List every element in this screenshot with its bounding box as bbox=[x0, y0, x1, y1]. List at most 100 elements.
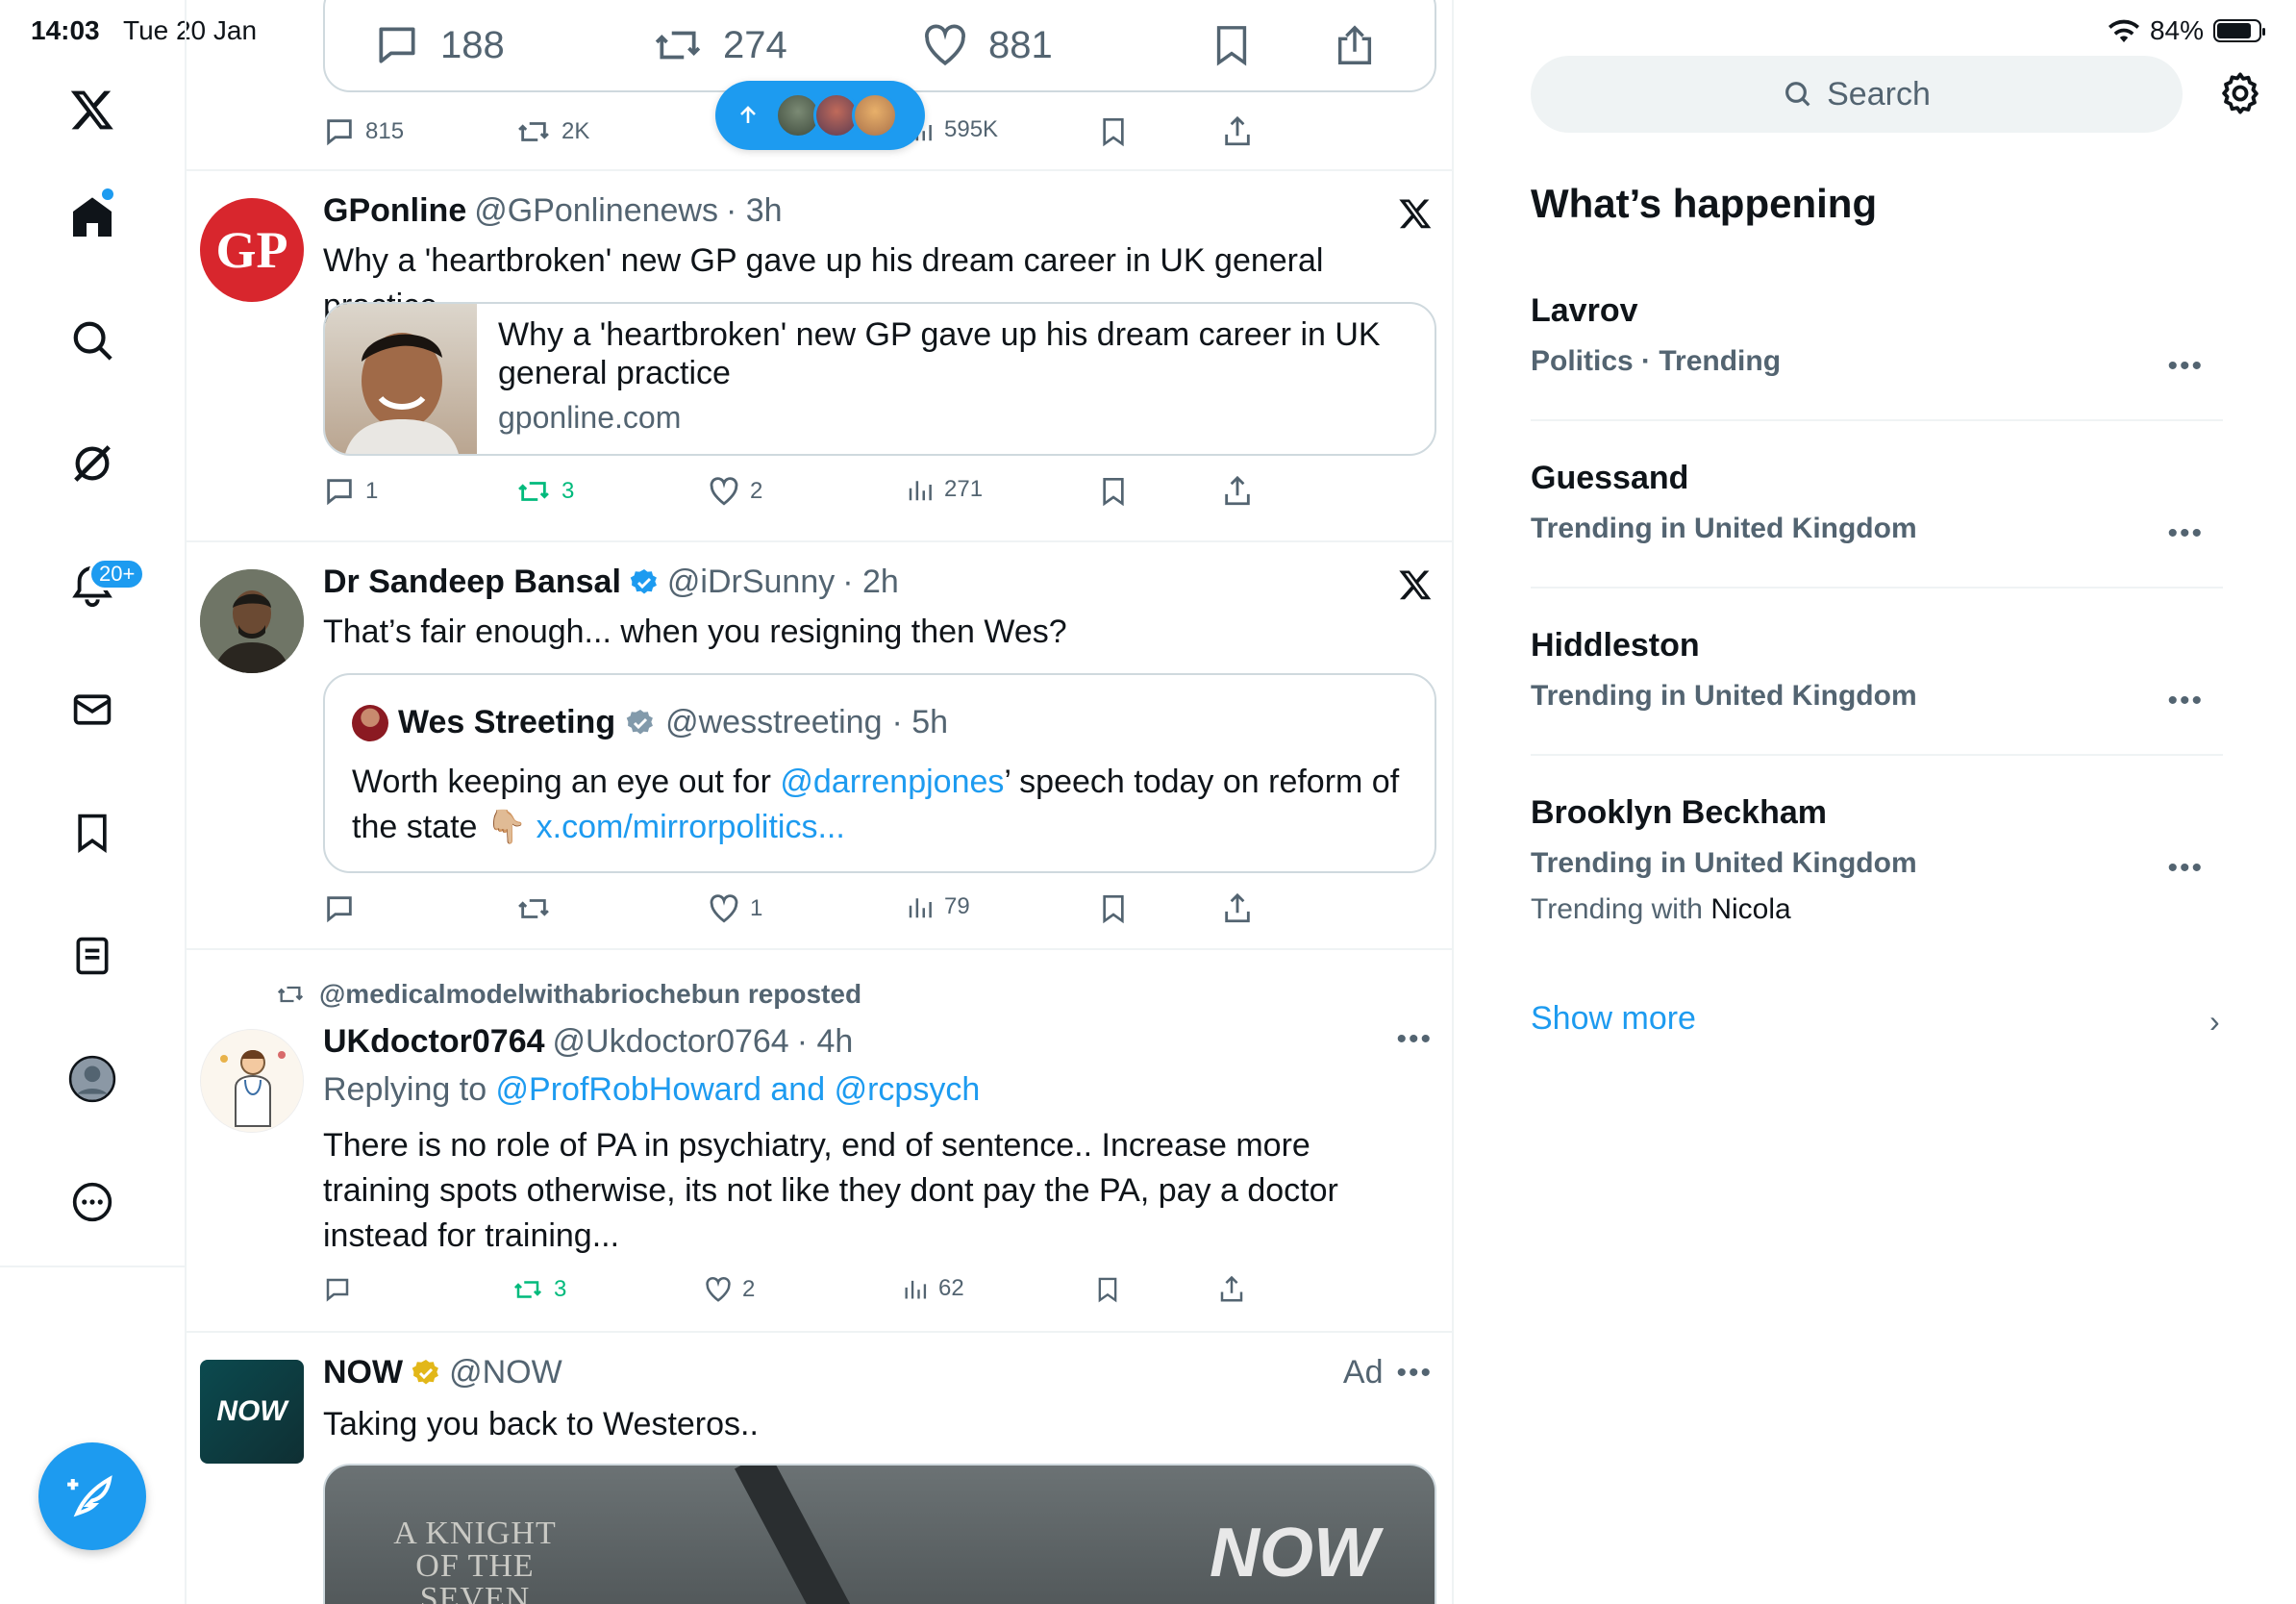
author-name[interactable]: NOW bbox=[323, 1354, 403, 1391]
like-action[interactable]: 1 bbox=[708, 892, 762, 925]
quote-url-link[interactable]: x.com/mirrorpolitics... bbox=[537, 809, 845, 845]
new-posts-pill[interactable] bbox=[715, 81, 925, 150]
tweet-sandeep-bansal[interactable]: Dr Sandeep Bansal @iDrSunny · 2h That’s … bbox=[187, 542, 1452, 948]
share-action[interactable] bbox=[1217, 1275, 1246, 1304]
repost-action[interactable]: 2K bbox=[515, 115, 589, 148]
card-share[interactable] bbox=[1333, 21, 1377, 71]
more-options-icon[interactable]: ••• bbox=[1396, 1357, 1433, 1390]
reply-count: 1 bbox=[365, 478, 379, 504]
share-action[interactable] bbox=[1221, 475, 1254, 508]
trend-more-icon[interactable]: ••• bbox=[2167, 685, 2204, 717]
reposted-by-label[interactable]: @medicalmodelwithabriochebun reposted bbox=[319, 979, 861, 1010]
timeline[interactable]: 188 274 881 815 2K 595K GP GPonline @GPo… bbox=[187, 0, 1454, 1604]
tweet-actions: 3 2 62 bbox=[323, 1275, 1436, 1314]
views-action[interactable]: 271 bbox=[906, 475, 983, 504]
trend-item-brooklyn-beckham[interactable]: Brooklyn Beckham Trending in United King… bbox=[1531, 794, 2223, 926]
nav-explore[interactable] bbox=[60, 308, 125, 373]
repost-icon bbox=[518, 122, 549, 141]
nav-lists[interactable] bbox=[60, 923, 125, 989]
x-logo-button[interactable] bbox=[60, 77, 125, 142]
tweet-gponline[interactable]: GP GPonline @GPonlinenews · 3h Why a 'he… bbox=[187, 171, 1452, 540]
nav-grok[interactable] bbox=[60, 431, 125, 496]
profile-avatar-icon bbox=[68, 1055, 116, 1103]
show-more-link[interactable]: Show more bbox=[1531, 1000, 1696, 1038]
quote-author-handle[interactable]: @wesstreeting bbox=[665, 704, 882, 741]
nav-profile[interactable] bbox=[60, 1046, 125, 1112]
like-action[interactable]: 2 bbox=[704, 1275, 755, 1304]
trend-more-icon[interactable]: ••• bbox=[2167, 517, 2204, 550]
bookmark-action[interactable] bbox=[1094, 1275, 1121, 1304]
avatar-sandeep-bansal[interactable] bbox=[200, 569, 304, 673]
bookmark-action[interactable] bbox=[1098, 892, 1129, 925]
author-handle[interactable]: @Ukdoctor0764 bbox=[553, 1023, 789, 1061]
bookmark-icon bbox=[78, 814, 107, 853]
author-handle[interactable]: @GPonlinenews bbox=[474, 192, 718, 230]
card-reply-stat[interactable]: 188 bbox=[373, 21, 505, 69]
author-handle[interactable]: @NOW bbox=[449, 1354, 562, 1391]
user-avatar-image bbox=[200, 569, 304, 673]
quote-mention-link[interactable]: @darrenpjones bbox=[780, 764, 1004, 800]
author-name[interactable]: UKdoctor0764 bbox=[323, 1023, 545, 1061]
author-handle[interactable]: @iDrSunny bbox=[667, 564, 835, 601]
search-input[interactable]: Search bbox=[1531, 56, 2183, 133]
right-sidebar: Search What’s happening Lavrov Politics … bbox=[1454, 0, 2296, 1604]
verified-badge-icon bbox=[630, 568, 657, 593]
views-count: 62 bbox=[938, 1275, 964, 1301]
author-name[interactable]: Dr Sandeep Bansal bbox=[323, 564, 621, 601]
share-icon bbox=[1220, 1275, 1243, 1302]
avatar-ukdoctor0764[interactable] bbox=[200, 1029, 304, 1133]
avatar-now[interactable]: NOW bbox=[200, 1360, 304, 1464]
tweet-now-ad[interactable]: NOW NOW @NOW Ad ••• Taking you back to W… bbox=[187, 1333, 1452, 1604]
repost-action[interactable]: 3 bbox=[512, 1275, 566, 1304]
repost-icon bbox=[518, 482, 549, 501]
share-action[interactable] bbox=[1221, 892, 1254, 925]
more-options-icon[interactable]: ••• bbox=[1396, 1023, 1433, 1056]
repost-action[interactable]: 3 bbox=[515, 475, 574, 508]
compose-button[interactable] bbox=[38, 1442, 146, 1550]
author-name[interactable]: GPonline bbox=[323, 192, 466, 230]
quote-tweet-card[interactable]: Wes Streeting @wesstreeting · 5h Worth k… bbox=[323, 673, 1436, 873]
bookmark-icon bbox=[1103, 118, 1124, 147]
reply-action[interactable]: 815 bbox=[323, 115, 404, 148]
trend-item-lavrov[interactable]: Lavrov Politics · Trending ••• bbox=[1531, 292, 2223, 382]
tweet-ukdoctor0764[interactable]: @medicalmodelwithabriochebun reposted UK… bbox=[187, 950, 1452, 1331]
trend-title: Lavrov bbox=[1531, 292, 1638, 329]
bookmark-icon bbox=[1103, 478, 1124, 507]
trend-more-icon[interactable]: ••• bbox=[2167, 852, 2204, 885]
share-action[interactable] bbox=[1221, 115, 1254, 148]
reply-action[interactable]: 1 bbox=[323, 475, 378, 508]
trend-item-guessand[interactable]: Guessand Trending in United Kingdom ••• bbox=[1531, 460, 2223, 549]
trend-item-hiddleston[interactable]: Hiddleston Trending in United Kingdom ••… bbox=[1531, 627, 2223, 716]
bookmark-action[interactable] bbox=[1098, 475, 1129, 508]
gear-icon[interactable] bbox=[2218, 71, 2262, 115]
nav-separator bbox=[0, 1266, 187, 1267]
quote-author-avatar[interactable] bbox=[352, 704, 388, 741]
views-action[interactable]: 62 bbox=[902, 1275, 964, 1302]
card-bookmark[interactable] bbox=[1210, 21, 1254, 69]
share-icon bbox=[1225, 115, 1250, 146]
link-card-domain: gponline.com bbox=[498, 400, 682, 435]
nav-bookmarks[interactable] bbox=[60, 800, 125, 865]
like-count: 2 bbox=[742, 1276, 756, 1302]
avatar-gponline[interactable]: GP bbox=[200, 198, 304, 302]
reply-action[interactable] bbox=[323, 1275, 352, 1304]
replying-to-users-link[interactable]: @ProfRobHoward and @rcpsych bbox=[496, 1071, 981, 1108]
card-repost-stat[interactable]: 274 bbox=[652, 21, 787, 69]
repost-action[interactable] bbox=[515, 892, 552, 925]
nav-messages[interactable] bbox=[60, 677, 125, 742]
reply-action[interactable] bbox=[323, 892, 356, 925]
quote-author-name[interactable]: Wes Streeting bbox=[398, 704, 615, 741]
nav-home[interactable] bbox=[60, 185, 125, 250]
card-like-stat[interactable]: 881 bbox=[921, 21, 1053, 69]
trending-with-name[interactable]: Nicola bbox=[1710, 893, 1790, 925]
quoted-post-card[interactable]: 188 274 881 bbox=[323, 0, 1436, 92]
link-card[interactable]: Why a 'heartbroken' new GP gave up his d… bbox=[323, 302, 1436, 456]
x-logo-icon bbox=[70, 90, 113, 130]
like-action[interactable]: 2 bbox=[708, 475, 762, 508]
bookmark-action[interactable] bbox=[1098, 115, 1129, 148]
views-action[interactable]: 79 bbox=[906, 892, 970, 921]
nav-more[interactable] bbox=[60, 1169, 125, 1235]
trend-more-icon[interactable]: ••• bbox=[2167, 350, 2204, 383]
ad-media[interactable]: A KNIGHT OF THE SEVEN KINGDOMS NOW bbox=[323, 1464, 1436, 1604]
search-placeholder: Search bbox=[1827, 75, 1931, 113]
